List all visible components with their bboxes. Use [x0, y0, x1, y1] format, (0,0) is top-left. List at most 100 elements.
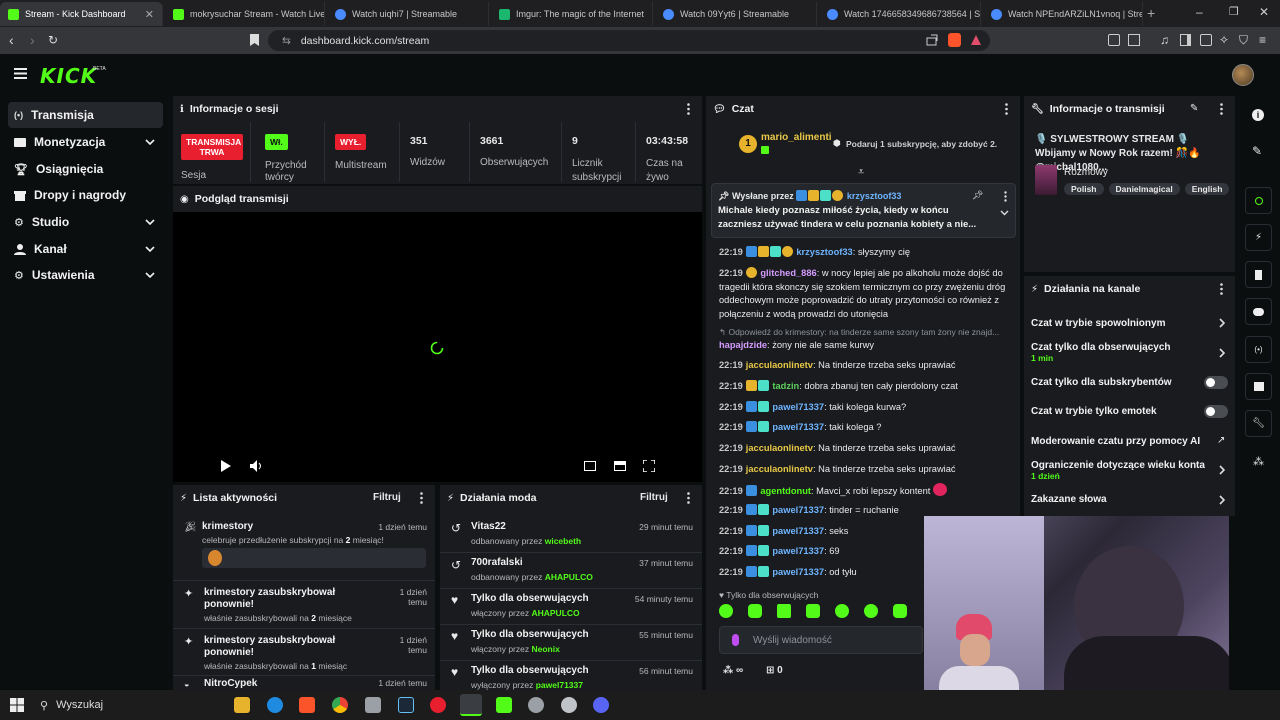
- pin-icon[interactable]: 📌︎: [972, 190, 983, 201]
- forward-icon[interactable]: ›: [30, 32, 35, 48]
- account-age-row[interactable]: Ograniczenie dotyczące wieku konta 1 dzie…: [1031, 460, 1231, 481]
- chat-message[interactable]: 22:19 tadzin: dobra zbanuj ten cały pier…: [719, 380, 1011, 394]
- external-link-icon[interactable]: ↗: [1217, 435, 1225, 446]
- maximize-icon[interactable]: ❐: [1229, 5, 1239, 18]
- edit-icon[interactable]: ✎: [1252, 144, 1262, 158]
- obs-icon[interactable]: [430, 697, 446, 713]
- sidebar-toggle-icon[interactable]: [1180, 34, 1191, 46]
- fullscreen-icon[interactable]: [643, 460, 655, 472]
- browser-tab[interactable]: mokrysuchar Stream - Watch Live on: [165, 2, 325, 26]
- emote-icon[interactable]: [777, 604, 791, 618]
- browser-tab[interactable]: Stream - Kick Dashboard ✕: [0, 2, 163, 26]
- share-icon[interactable]: [926, 34, 938, 46]
- browser-tab[interactable]: Watch uiqhi7 | Streamable: [327, 2, 489, 26]
- info-icon[interactable]: i: [1252, 109, 1264, 121]
- chat-button[interactable]: [1245, 298, 1272, 325]
- pip-icon[interactable]: [584, 461, 596, 471]
- steam-icon[interactable]: [398, 697, 414, 713]
- followers-only-row[interactable]: Czat tylko dla obserwujących 1 min: [1031, 342, 1231, 363]
- brave-rewards-icon[interactable]: [970, 34, 982, 46]
- discord-icon[interactable]: [593, 697, 609, 713]
- emote-icon[interactable]: [835, 604, 849, 618]
- taskbar-search[interactable]: ⚲ Wyszukaj: [34, 694, 220, 716]
- vpn-icon[interactable]: ⛉: [1239, 33, 1248, 48]
- sidebar-item-transmisja[interactable]: (•) Transmisja: [8, 102, 163, 128]
- edge-icon[interactable]: [267, 697, 283, 713]
- category-name[interactable]: Rozmowy: [1064, 167, 1108, 178]
- reload-icon[interactable]: ↻: [48, 33, 58, 47]
- emote-icon[interactable]: [748, 604, 762, 618]
- close-tab-icon[interactable]: ✕: [145, 8, 154, 21]
- sidebar-item-ustawienia[interactable]: ⚙ Ustawienia: [8, 262, 163, 288]
- chat-message[interactable]: 22:19 jacculaonlinetv: Na tinderze trzeba…: [719, 442, 1011, 456]
- filter-button[interactable]: Filtruj: [373, 492, 401, 503]
- sidebar-item-dropy[interactable]: Dropy i nagrody: [8, 182, 163, 208]
- broadcast-button[interactable]: (•): [1245, 336, 1272, 363]
- ai-moderation-row[interactable]: Moderowanie czatu przy pomocy AI: [1031, 436, 1231, 447]
- brave-icon[interactable]: [299, 697, 315, 713]
- record-button[interactable]: [1245, 187, 1272, 214]
- tools-button[interactable]: 🔧︎: [1245, 410, 1272, 437]
- chat-message[interactable]: hapajdzide: żony nie ale same kurwy: [719, 339, 1011, 353]
- chat-input[interactable]: Wyślij wiadomość: [719, 626, 923, 654]
- multistream-stat[interactable]: WYŁ. Multistream: [325, 122, 400, 182]
- pinned-message[interactable]: 📌︎ Wysłane przez krzysztoof33 📌︎ Michale…: [711, 183, 1016, 238]
- chat-message[interactable]: 22:19 agentdonut: Mavci_x robi lepszy ko…: [719, 483, 1011, 499]
- list-item[interactable]: ◒ NitroCypek 1 dzień temu: [173, 675, 435, 690]
- address-bar[interactable]: ⇆ dashboard.kick.com/stream: [268, 30, 990, 51]
- slow-mode-row[interactable]: Czat w trybie spowolnionym: [1031, 318, 1231, 329]
- emote-only-toggle[interactable]: [1204, 405, 1228, 418]
- reply-reference[interactable]: ↰ Odpowiedź do krimestory: na tinderze s…: [719, 326, 1011, 340]
- microphone-icon[interactable]: [732, 634, 739, 646]
- app-icon[interactable]: [496, 697, 512, 713]
- tag[interactable]: Polish: [1064, 183, 1104, 195]
- chevron-down-icon[interactable]: [1000, 210, 1009, 216]
- list-item[interactable]: ♥ Tylko dla obserwujących 56 minut temu …: [440, 660, 702, 690]
- bookmark-icon[interactable]: [250, 34, 259, 46]
- leo-ai-icon[interactable]: ✧: [1219, 33, 1229, 47]
- emote-icon[interactable]: [719, 604, 733, 618]
- browser-tab[interactable]: Watch NPEndARZiLN1vnoq | Stream: [983, 2, 1143, 26]
- more-options-icon[interactable]: [1220, 103, 1223, 115]
- banned-words-row[interactable]: Zakazane słowa: [1031, 494, 1231, 505]
- emote-icon[interactable]: [864, 604, 878, 618]
- boost-button[interactable]: ⚡: [1245, 224, 1272, 251]
- tag[interactable]: English: [1184, 183, 1230, 195]
- browser-tab[interactable]: Watch 09Yyt6 | Streamable: [655, 2, 817, 26]
- minimize-icon[interactable]: –: [1196, 5, 1203, 19]
- list-item[interactable]: ↺ 700rafalski 37 minut temu odbanowany p…: [440, 552, 702, 586]
- close-window-icon[interactable]: ✕: [1259, 5, 1269, 19]
- chevron-right-icon[interactable]: [1219, 495, 1225, 505]
- chat-message[interactable]: 22:19 glitched_886: w nocy lepiej ale po…: [719, 267, 1011, 321]
- sidebar-item-studio[interactable]: ⚙ Studio: [8, 209, 163, 235]
- menu-icon[interactable]: ≡: [1259, 33, 1266, 47]
- extensions-icon[interactable]: [1108, 34, 1120, 46]
- list-item[interactable]: ♥ Tylko dla obserwujących 55 minut temu …: [440, 624, 702, 658]
- community-icon[interactable]: ⁂: [1253, 455, 1264, 468]
- emote-icon[interactable]: [893, 604, 907, 618]
- list-item[interactable]: ✦ krimestory zasubskrybował ponownie! 1 …: [173, 580, 435, 624]
- chrome-icon[interactable]: [332, 697, 348, 713]
- sidebar-item-kanal[interactable]: Kanał: [8, 236, 163, 262]
- screenshot-icon[interactable]: [1128, 34, 1140, 46]
- app-icon[interactable]: [561, 697, 577, 713]
- emote-icon[interactable]: [806, 604, 820, 618]
- browser-tab[interactable]: Watch 1746658349686738564 | Strea: [819, 2, 981, 26]
- tag[interactable]: Danielmagical: [1108, 183, 1180, 195]
- more-options-icon[interactable]: [687, 103, 690, 115]
- list-item[interactable]: ↺ Vitas22 29 minut temu odbanowany przez…: [440, 517, 702, 551]
- chat-message[interactable]: 22:19 pawel71337: taki kolega ?: [719, 421, 1011, 435]
- site-info-icon[interactable]: ⇆: [282, 35, 291, 47]
- chevron-right-icon[interactable]: [1219, 318, 1225, 328]
- subscribers-only-toggle[interactable]: [1204, 376, 1228, 389]
- app-icon[interactable]: [528, 697, 544, 713]
- filter-button[interactable]: Filtruj: [640, 492, 668, 503]
- creator-revenue-stat[interactable]: Wł. Przychód twórcy: [251, 122, 325, 183]
- more-options-icon[interactable]: [687, 492, 690, 504]
- chat-message[interactable]: 22:19 jacculaonlinetv: Na tinderze trzeba…: [719, 359, 1011, 373]
- emote-only-row[interactable]: Czat w trybie tylko emotek: [1031, 406, 1231, 417]
- volume-icon[interactable]: [250, 460, 263, 472]
- sidebar-item-osiagniecia[interactable]: 🏆︎ Osiągnięcia: [8, 156, 163, 182]
- more-options-icon[interactable]: [1004, 191, 1007, 202]
- collapse-icon[interactable]: ⩡: [858, 166, 864, 179]
